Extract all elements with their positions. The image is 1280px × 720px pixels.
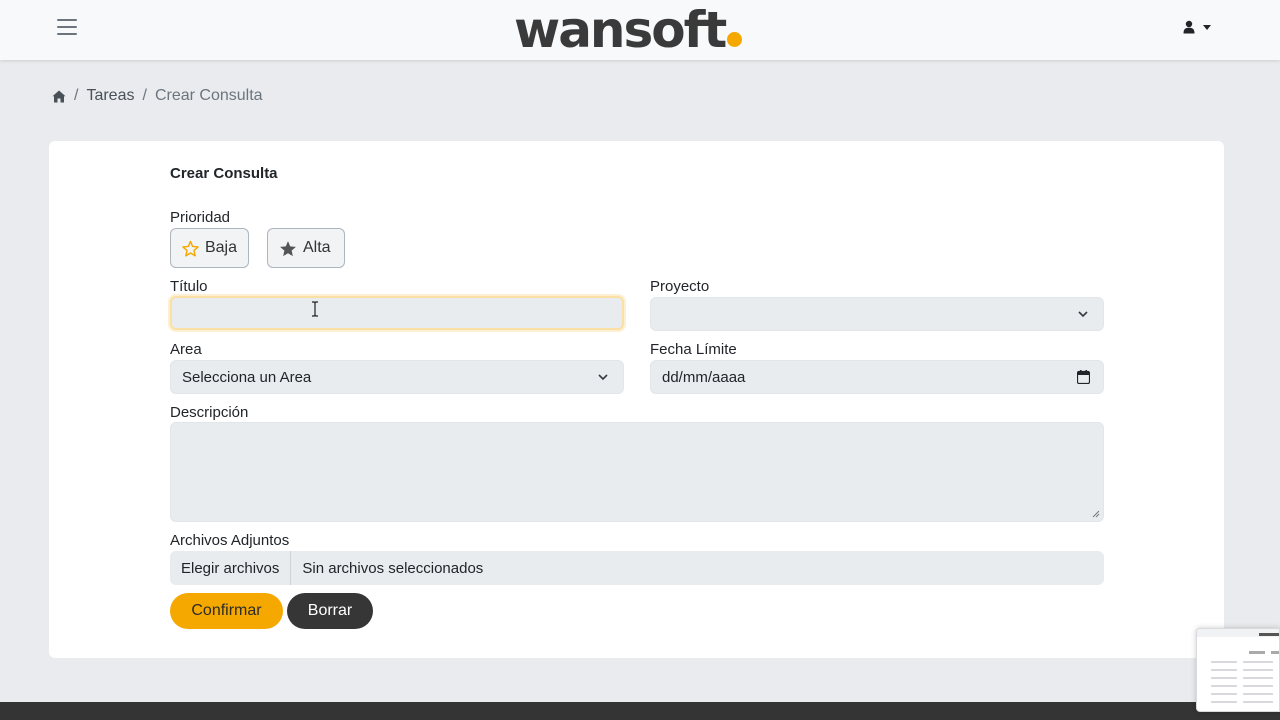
priority-alta-button[interactable]: Alta bbox=[267, 228, 345, 268]
video-thumbnail[interactable] bbox=[1196, 628, 1280, 712]
breadcrumb-current: Crear Consulta bbox=[154, 87, 263, 104]
calendar-icon[interactable] bbox=[1077, 370, 1090, 384]
chevron-down-icon bbox=[1203, 24, 1211, 30]
chevron-down-icon bbox=[1078, 311, 1088, 318]
area-value: Selecciona un Area bbox=[182, 369, 312, 386]
breadcrumb: / Tareas / Crear Consulta bbox=[52, 87, 263, 105]
logo-text: wansoft bbox=[514, 1, 727, 59]
descripcion-textarea[interactable] bbox=[170, 422, 1104, 522]
chevron-down-icon bbox=[598, 374, 608, 381]
file-status-text: Sin archivos seleccionados bbox=[302, 559, 484, 577]
resize-handle-icon[interactable] bbox=[1092, 510, 1100, 518]
top-navbar: wansoft bbox=[0, 0, 1280, 60]
user-menu[interactable] bbox=[1183, 20, 1211, 34]
archivos-file-input[interactable]: Elegir archivos Sin archivos seleccionad… bbox=[170, 551, 1104, 585]
priority-label: Prioridad bbox=[170, 209, 231, 226]
form-title: Crear Consulta bbox=[170, 165, 278, 182]
fecha-input[interactable]: dd/mm/aaaa bbox=[650, 360, 1104, 394]
hamburger-icon[interactable] bbox=[57, 19, 77, 37]
text-cursor-icon bbox=[312, 301, 318, 317]
priority-baja-label: Baja bbox=[204, 239, 237, 256]
fecha-value: dd/mm/aaaa bbox=[662, 369, 746, 386]
area-select[interactable]: Selecciona un Area bbox=[170, 360, 624, 394]
breadcrumb-separator: / bbox=[142, 87, 147, 104]
titulo-label: Título bbox=[170, 278, 208, 295]
confirm-button[interactable]: Confirmar bbox=[170, 593, 283, 629]
breadcrumb-separator: / bbox=[74, 87, 79, 104]
star-outline-icon bbox=[182, 240, 199, 257]
archivos-label: Archivos Adjuntos bbox=[170, 532, 290, 549]
user-icon bbox=[1183, 20, 1195, 34]
clear-button[interactable]: Borrar bbox=[287, 593, 373, 629]
footer-bar bbox=[0, 702, 1280, 720]
choose-files-button[interactable]: Elegir archivos bbox=[170, 551, 292, 585]
area-label: Area bbox=[170, 341, 202, 358]
home-icon[interactable] bbox=[52, 90, 66, 103]
logo[interactable]: wansoft bbox=[514, 1, 743, 59]
star-filled-icon bbox=[280, 240, 296, 256]
breadcrumb-tareas[interactable]: Tareas bbox=[86, 87, 134, 105]
titulo-input[interactable] bbox=[170, 296, 624, 330]
proyecto-select[interactable] bbox=[650, 297, 1104, 331]
priority-baja-button[interactable]: Baja bbox=[170, 228, 249, 268]
logo-dot bbox=[727, 32, 743, 47]
priority-alta-label: Alta bbox=[303, 239, 331, 256]
fecha-label: Fecha Límite bbox=[650, 341, 737, 358]
descripcion-label: Descripción bbox=[170, 404, 249, 421]
proyecto-label: Proyecto bbox=[650, 278, 710, 295]
